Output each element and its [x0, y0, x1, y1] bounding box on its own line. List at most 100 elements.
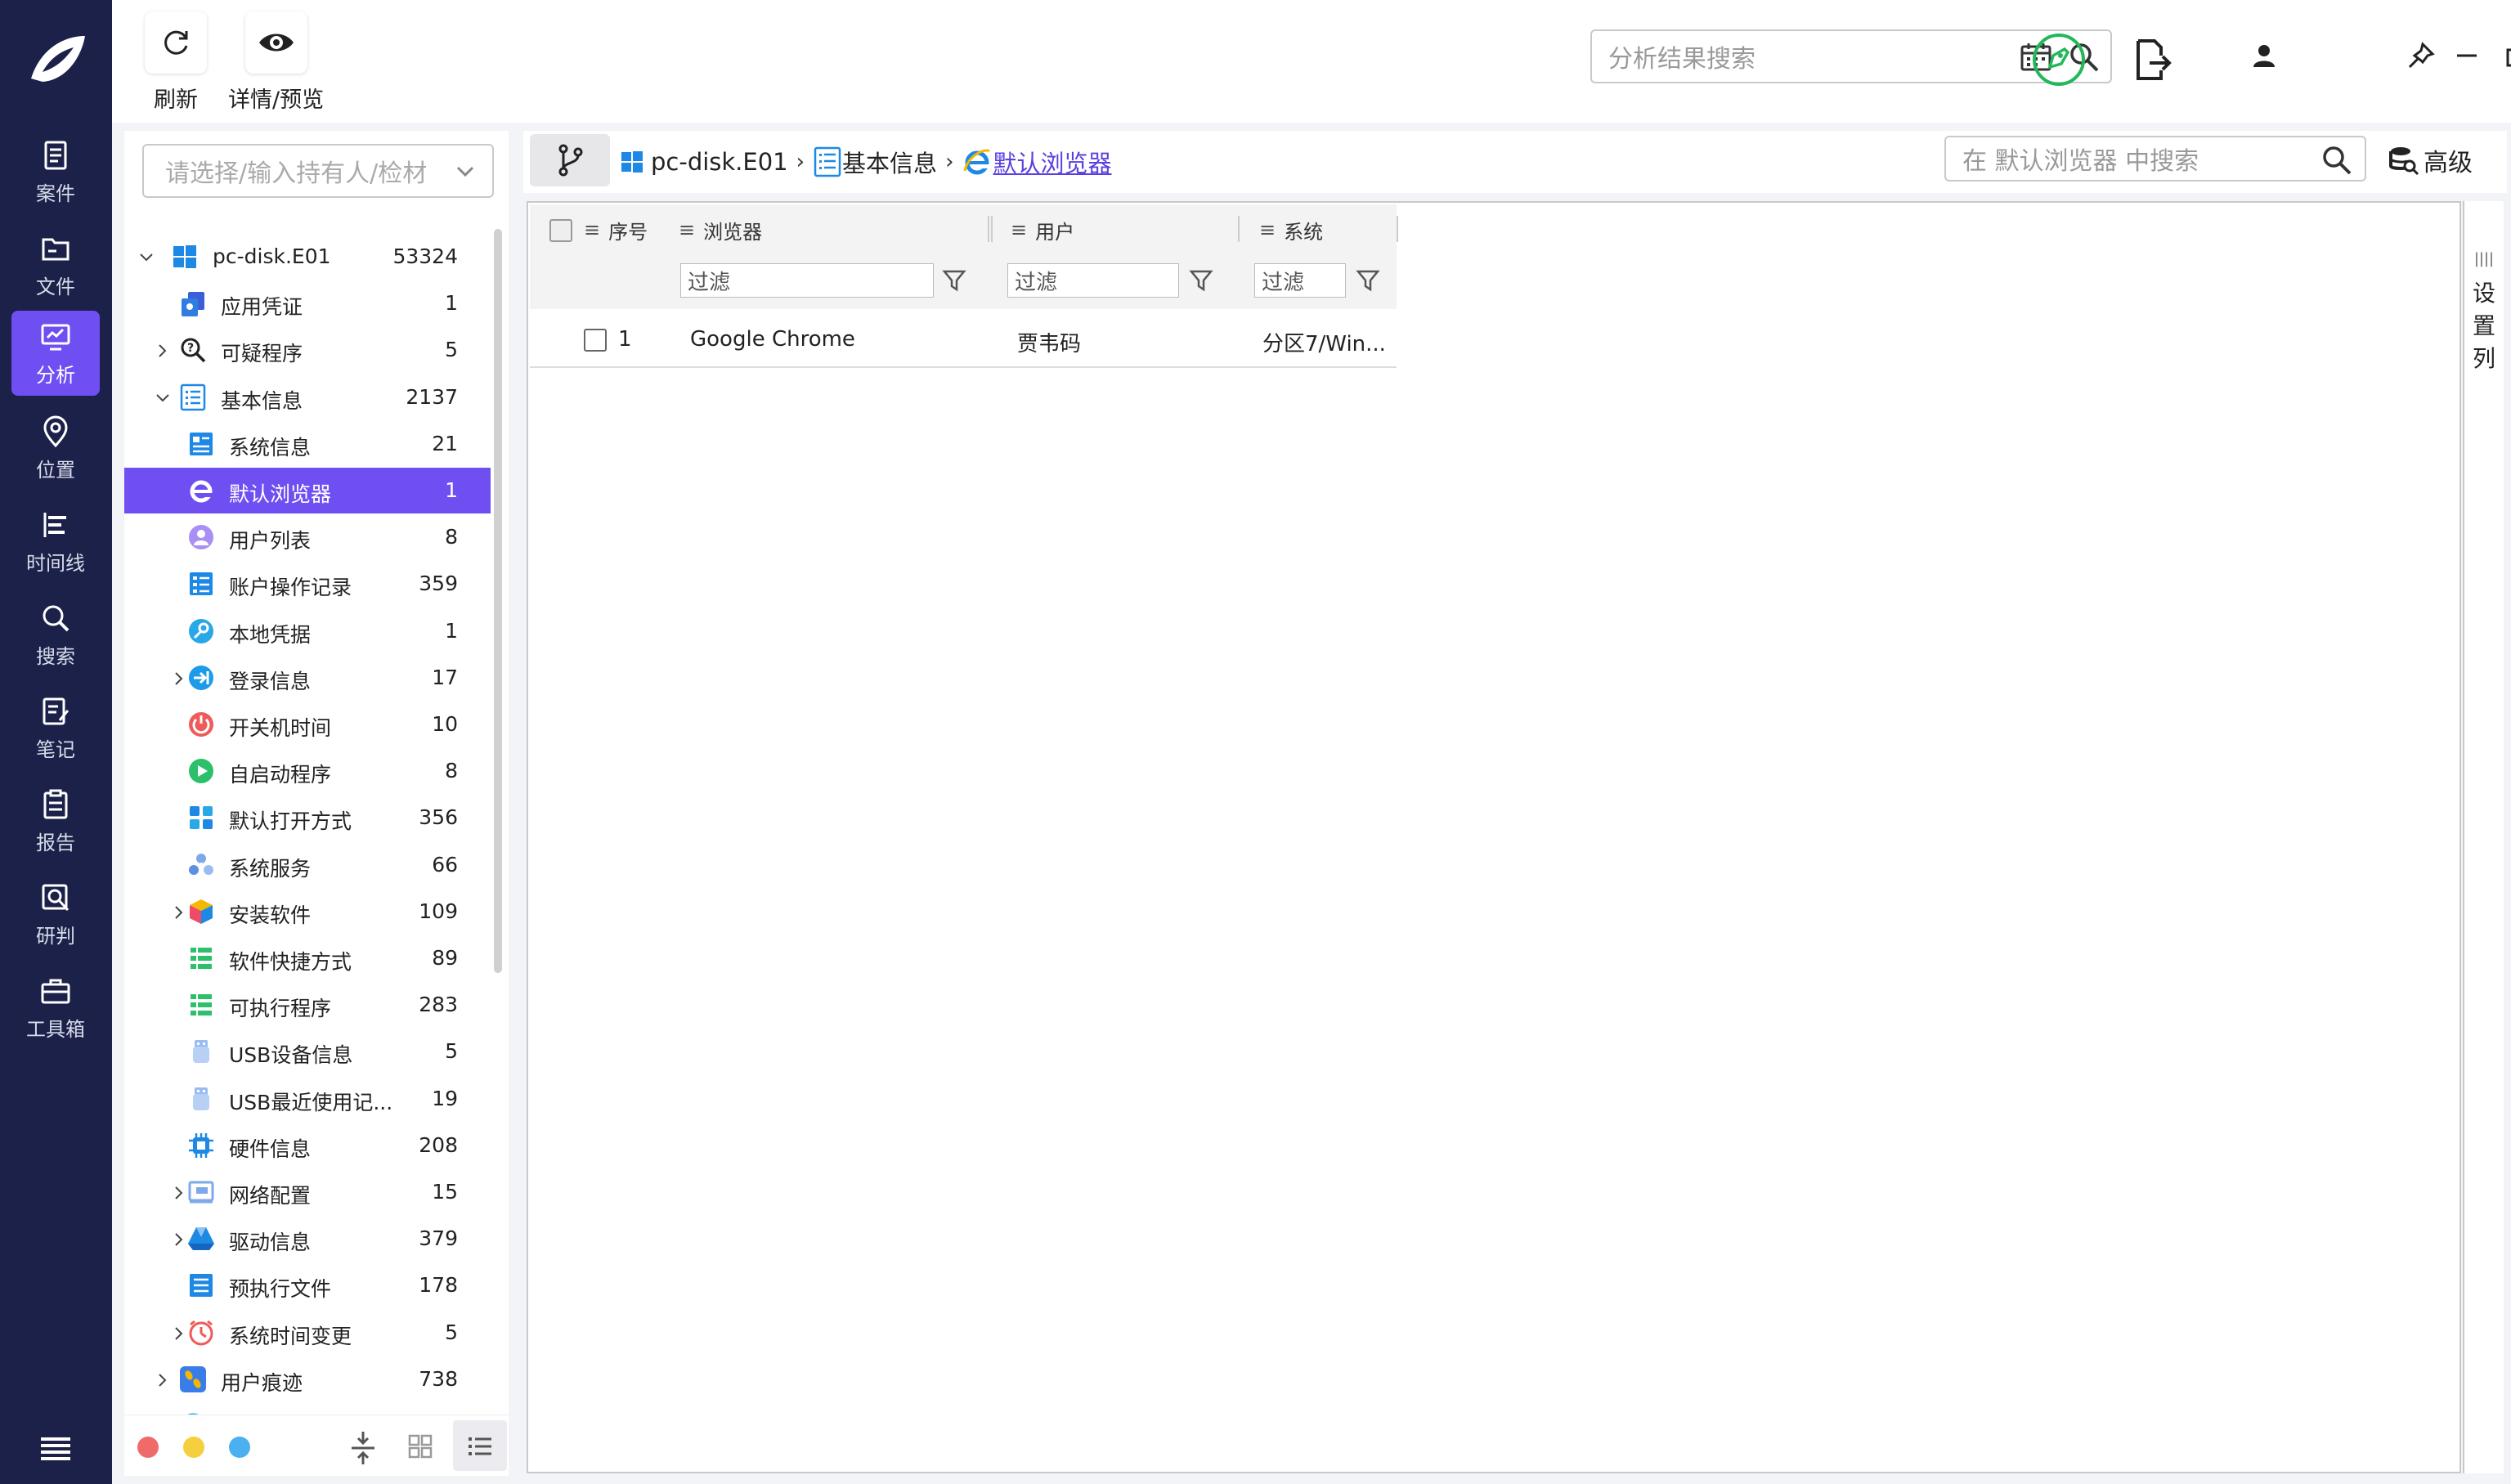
- red-status-dot[interactable]: [137, 1437, 159, 1458]
- nav-item-judge[interactable]: 研判: [11, 872, 100, 957]
- chevron-right-icon[interactable]: [170, 1324, 188, 1342]
- tree-item[interactable]: ? 可疑程序 5: [124, 327, 491, 373]
- menu-icon[interactable]: [36, 1432, 75, 1465]
- refresh-icon: [145, 11, 207, 74]
- filter-icon[interactable]: [1356, 268, 1380, 293]
- column-divider[interactable]: [1397, 216, 1398, 242]
- case-icon: [44, 141, 67, 169]
- user-filter-input[interactable]: 过滤: [1007, 263, 1179, 298]
- export-button[interactable]: [2133, 38, 2172, 82]
- column-header-system[interactable]: ≡ 系统: [1259, 204, 1323, 255]
- tree-item[interactable]: 默认打开方式 356: [124, 795, 491, 841]
- tree-item[interactable]: USB设备信息 5: [124, 1029, 491, 1074]
- tree-item[interactable]: 用户列表 8: [124, 514, 491, 560]
- tree-item-count: 21: [432, 431, 458, 455]
- tree-item[interactable]: 网络配置 15: [124, 1169, 491, 1215]
- list-view-button[interactable]: [453, 1420, 507, 1471]
- filter-icon[interactable]: [1189, 268, 1213, 293]
- blue-status-dot[interactable]: [229, 1437, 250, 1458]
- nav-item-toolbox[interactable]: 工具箱: [11, 965, 100, 1050]
- column-divider[interactable]: [991, 216, 993, 242]
- tree-item-label: 驱动信息: [229, 1231, 312, 1255]
- nav-item-analysis[interactable]: 分析: [11, 311, 100, 396]
- tree-item[interactable]: 系统时间变更 5: [124, 1310, 491, 1356]
- branch-button[interactable]: [530, 134, 610, 186]
- tree-item-label: 可执行程序: [229, 997, 332, 1021]
- breadcrumb-item-disk[interactable]: pc-disk.E01: [651, 148, 788, 176]
- column-header-browser[interactable]: ≡ 浏览器: [679, 204, 762, 255]
- tree-item[interactable]: 安装软件 109: [124, 889, 491, 935]
- preview-button[interactable]: 详情/预览: [228, 11, 324, 114]
- column-settings-tab[interactable]: |||| 设 置 列: [2463, 201, 2504, 1473]
- nav-item-note[interactable]: 笔记: [11, 685, 100, 770]
- restore-button[interactable]: [2504, 43, 2511, 69]
- tree-item[interactable]: 登录信息 17: [124, 655, 491, 701]
- list-icon: [814, 146, 841, 177]
- eye-icon: [244, 11, 307, 74]
- analysis-icon: [41, 324, 70, 350]
- tree-item-label: 系统时间变更: [229, 1324, 352, 1348]
- search-icon[interactable]: [2320, 144, 2353, 177]
- column-divider[interactable]: [1238, 216, 1240, 242]
- chevron-right-icon[interactable]: [154, 341, 172, 359]
- pin-button[interactable]: [2406, 41, 2436, 70]
- nav-label-toolbox: 工具箱: [26, 1017, 85, 1041]
- tree-item[interactable]: 自启动程序 8: [124, 748, 491, 794]
- chevron-right-icon[interactable]: [170, 669, 188, 687]
- evidence-tree-panel: 请选择/输入持有人/检材 pc-disk.E01 53324 应用凭证 1? 可疑程序 5…: [124, 131, 509, 1476]
- tree-scrollbar[interactable]: [494, 229, 502, 973]
- breadcrumb-item-basic-info[interactable]: 基本信息: [842, 145, 937, 179]
- nav-item-search[interactable]: 搜索: [11, 592, 100, 677]
- refresh-button[interactable]: 刷新: [145, 11, 207, 114]
- column-divider[interactable]: [988, 216, 989, 242]
- chevron-right-icon[interactable]: [170, 1183, 188, 1201]
- tree-item[interactable]: USB最近使用记... 19: [124, 1076, 491, 1122]
- chevron-down-icon[interactable]: [137, 248, 155, 266]
- tree-item[interactable]: 驱动信息 379: [124, 1216, 491, 1262]
- tree-item[interactable]: 软件快捷方式 89: [124, 935, 491, 981]
- filter-icon[interactable]: [942, 268, 966, 293]
- holder-filter-select[interactable]: 请选择/输入持有人/检材: [142, 144, 494, 198]
- tree-item[interactable]: 硬件信息 208: [124, 1123, 491, 1168]
- tree-item[interactable]: 开关机时间 10: [124, 702, 491, 747]
- cell-system: 分区7/Win...: [1262, 332, 1386, 356]
- tree-item[interactable]: 用户痕迹 738: [124, 1356, 491, 1402]
- chevron-right-icon[interactable]: [170, 1230, 188, 1248]
- tree-item[interactable]: 账户操作记录 359: [124, 561, 491, 607]
- minimize-button[interactable]: [2454, 43, 2480, 69]
- table-row[interactable]: 1 Google Chrome 贾韦码 分区7/Win...: [530, 311, 1397, 368]
- chevron-right-icon[interactable]: [154, 1370, 172, 1388]
- select-all-checkbox[interactable]: [549, 219, 572, 242]
- row-checkbox[interactable]: [584, 329, 607, 352]
- tree-item[interactable]: 应用凭证 1: [124, 280, 491, 326]
- yellow-status-dot[interactable]: [183, 1437, 204, 1458]
- advanced-search-button[interactable]: 高级: [2388, 142, 2473, 178]
- tree-item[interactable]: 系统信息 21: [124, 421, 491, 467]
- nav-item-case[interactable]: 案件: [11, 129, 100, 214]
- grid-view-icon[interactable]: [406, 1432, 435, 1461]
- nav-item-report[interactable]: 报告: [11, 778, 100, 863]
- tree-item[interactable]: 可执行程序 283: [124, 982, 491, 1028]
- tree-item[interactable]: 本地凭据 1: [124, 608, 491, 654]
- tree-item[interactable]: 预执行文件 178: [124, 1262, 491, 1308]
- nav-item-location[interactable]: 位置: [11, 406, 100, 491]
- collapse-icon[interactable]: [347, 1430, 379, 1466]
- tree-item[interactable]: 基本信息 2137: [124, 374, 491, 420]
- tree-item[interactable]: 默认浏览器 1: [124, 468, 491, 513]
- tree-item[interactable]: 系统服务 66: [124, 842, 491, 888]
- nav-item-timeline[interactable]: 时间线: [11, 499, 100, 584]
- column-header-index[interactable]: ≡ 序号: [584, 204, 648, 255]
- chevron-down-icon[interactable]: [154, 388, 172, 406]
- breadcrumb-item-default-browser[interactable]: 默认浏览器: [993, 145, 1111, 179]
- table-search-input[interactable]: 在 默认浏览器 中搜索: [1944, 136, 2366, 182]
- user-button[interactable]: [2251, 43, 2277, 69]
- tree-item[interactable]: pc-disk.E01 53324: [124, 234, 491, 280]
- tag-button[interactable]: [2032, 33, 2086, 87]
- preview-label: 详情/预览: [228, 87, 325, 113]
- column-header-user[interactable]: ≡ 用户: [1011, 204, 1074, 255]
- nav-item-file[interactable]: 文件: [11, 222, 100, 307]
- chevron-right-icon[interactable]: [170, 903, 188, 921]
- system-filter-input[interactable]: 过滤: [1254, 263, 1346, 298]
- browser-filter-input[interactable]: 过滤: [680, 263, 934, 298]
- network-icon: [186, 1177, 216, 1207]
